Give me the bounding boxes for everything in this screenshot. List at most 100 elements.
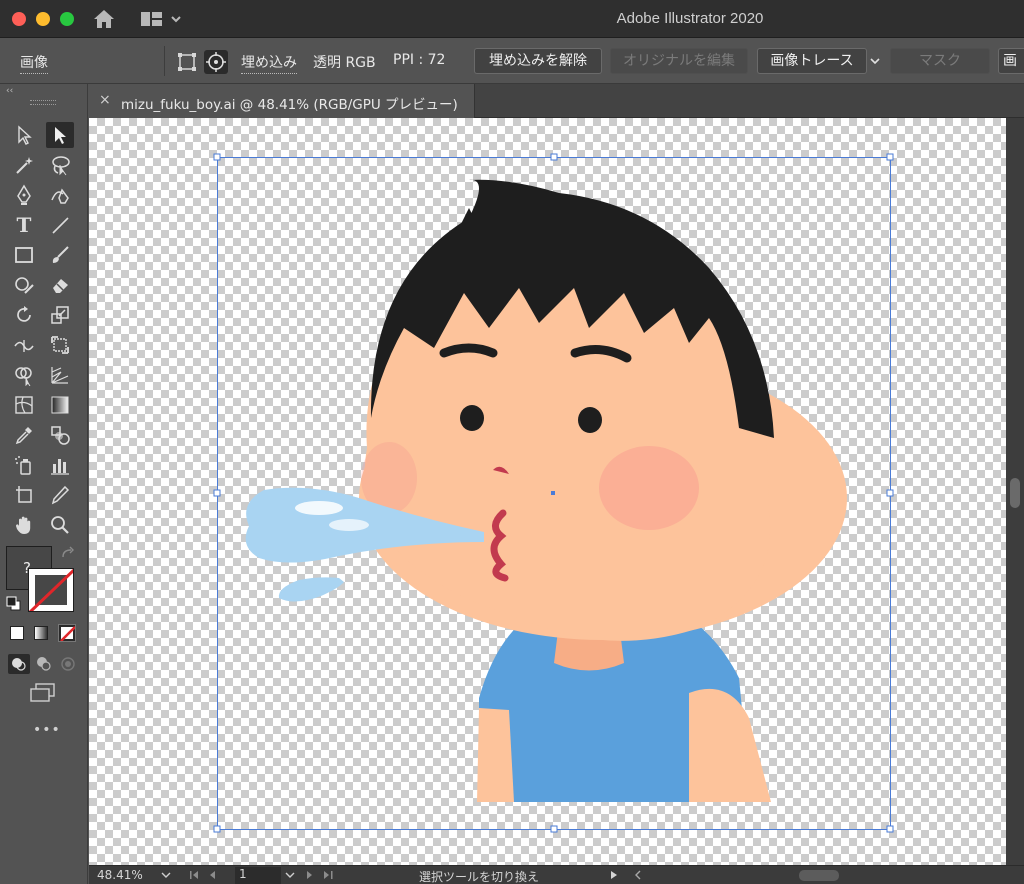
free-transform-tool[interactable] xyxy=(46,332,74,358)
swap-fill-stroke-icon[interactable] xyxy=(60,546,76,560)
close-window-button[interactable] xyxy=(12,12,26,26)
edit-toolbar-button[interactable]: ••• xyxy=(33,722,61,738)
next-last-artboard-icon[interactable] xyxy=(303,870,343,880)
status-menu-icon[interactable] xyxy=(609,870,619,880)
pen-tool[interactable] xyxy=(10,182,38,208)
type-icon: T xyxy=(16,213,32,237)
scale-icon xyxy=(51,306,69,324)
lasso-tool[interactable] xyxy=(46,152,74,178)
close-tab-icon[interactable]: × xyxy=(99,92,111,108)
artwork[interactable] xyxy=(89,118,1006,865)
curvature-pen-icon xyxy=(51,188,69,204)
draw-normal-icon xyxy=(12,658,26,671)
eyedropper-tool[interactable] xyxy=(10,422,38,448)
rotate-icon xyxy=(17,306,31,322)
gradient-icon xyxy=(51,396,69,414)
blend-tool[interactable] xyxy=(46,422,74,448)
arrow-icon xyxy=(18,125,32,145)
current-tool-status[interactable]: 選択ツールを切り換え xyxy=(419,868,539,884)
draw-inside-icon[interactable] xyxy=(58,654,78,674)
embed-label[interactable]: 埋め込み xyxy=(241,52,297,74)
perspective-grid-tool[interactable] xyxy=(46,362,74,388)
minimize-window-button[interactable] xyxy=(36,12,50,26)
first-prev-artboard-icon[interactable] xyxy=(189,870,229,880)
horizontal-scroll-thumb[interactable] xyxy=(799,870,839,881)
slice-tool[interactable] xyxy=(46,482,74,508)
column-graph-tool[interactable] xyxy=(46,452,74,478)
zoom-tool[interactable] xyxy=(46,512,74,538)
type-tool[interactable]: T xyxy=(10,212,38,238)
stroke-swatch[interactable] xyxy=(28,568,74,612)
curvature-tool[interactable] xyxy=(46,182,74,208)
overflow-button[interactable]: 画 xyxy=(998,48,1024,74)
direct-arrow-icon xyxy=(55,127,66,144)
rectangle-icon xyxy=(15,247,33,263)
direct-selection-tool[interactable] xyxy=(46,122,74,148)
eraser-tool[interactable] xyxy=(46,272,74,298)
panel-grip[interactable] xyxy=(30,100,56,105)
object-type-label[interactable]: 画像 xyxy=(20,52,48,74)
shaper-tool[interactable] xyxy=(10,272,38,298)
mesh-tool[interactable] xyxy=(10,392,38,418)
pen-icon xyxy=(17,184,31,205)
draw-behind-icon[interactable] xyxy=(34,654,54,674)
symbol-sprayer-tool[interactable] xyxy=(10,452,38,478)
magic-wand-tool[interactable] xyxy=(10,152,38,178)
edit-original-button[interactable]: オリジナルを編集 xyxy=(610,48,748,74)
crop-icon xyxy=(178,53,196,71)
default-fill-stroke-icon[interactable] xyxy=(6,596,22,612)
home-icon[interactable] xyxy=(92,8,116,30)
artboard-number-field[interactable]: 1 xyxy=(235,867,281,884)
document-tab[interactable]: × mizu_fuku_boy.ai @ 48.41% (RGB/GPU プレビ… xyxy=(89,84,475,118)
perspective-grid-icon xyxy=(51,367,69,384)
none-mode-button[interactable] xyxy=(58,624,76,642)
target-icon xyxy=(206,52,226,72)
screen-mode-icon[interactable] xyxy=(28,682,58,704)
right-eye xyxy=(578,407,602,433)
line-icon xyxy=(52,217,69,234)
scroll-left-icon[interactable] xyxy=(633,870,643,880)
vertical-scroll-thumb[interactable] xyxy=(1010,478,1020,508)
tools-panel: ‹‹ T ? ••• xyxy=(0,84,88,884)
zoom-level[interactable]: 48.41% xyxy=(97,868,143,882)
ppi-label: PPI : 72 xyxy=(393,52,446,68)
artboard-dropdown-icon[interactable] xyxy=(285,871,295,879)
reference-point-button[interactable] xyxy=(204,50,228,74)
line-segment-tool[interactable] xyxy=(46,212,74,238)
zoom-window-button[interactable] xyxy=(60,12,74,26)
color-mode-label: 透明 RGB xyxy=(313,55,376,71)
vertical-scrollbar[interactable] xyxy=(1006,118,1024,865)
chevron-down-icon[interactable] xyxy=(869,56,881,66)
crop-image-button[interactable] xyxy=(175,50,199,74)
left-arm xyxy=(477,708,514,802)
none-icon xyxy=(60,626,75,641)
selection-tool[interactable] xyxy=(10,122,38,148)
document-tab-title: mizu_fuku_boy.ai @ 48.41% (RGB/GPU プレビュー… xyxy=(121,97,458,113)
shape-builder-tool[interactable] xyxy=(10,362,38,388)
canvas[interactable] xyxy=(89,118,1006,865)
mesh-icon xyxy=(15,396,33,414)
collapse-panel-button[interactable]: ‹‹ xyxy=(6,86,13,96)
artboard-tool[interactable] xyxy=(10,482,38,508)
image-trace-button[interactable]: 画像トレース xyxy=(757,48,867,74)
mask-button[interactable]: マスク xyxy=(890,48,990,74)
color-mode-button[interactable] xyxy=(10,626,24,640)
rotate-tool[interactable] xyxy=(10,302,38,328)
right-arm xyxy=(689,688,771,802)
left-eye xyxy=(460,405,484,431)
unembed-button[interactable]: 埋め込みを解除 xyxy=(474,48,602,74)
gradient-mode-button[interactable] xyxy=(34,626,48,640)
width-tool[interactable] xyxy=(10,332,38,358)
draw-normal-button[interactable] xyxy=(8,654,30,674)
paintbrush-tool[interactable] xyxy=(46,242,74,268)
rectangle-tool[interactable] xyxy=(10,242,38,268)
workspace-switcher-icon[interactable] xyxy=(140,10,186,28)
gradient-tool[interactable] xyxy=(46,392,74,418)
zoom-dropdown-icon[interactable] xyxy=(161,871,171,879)
shaper-icon xyxy=(15,277,34,294)
scale-tool[interactable] xyxy=(46,302,74,328)
blend-icon xyxy=(51,426,70,445)
none-slash-icon xyxy=(29,569,73,611)
hand-tool[interactable] xyxy=(10,512,38,538)
water-droplet xyxy=(278,577,344,602)
